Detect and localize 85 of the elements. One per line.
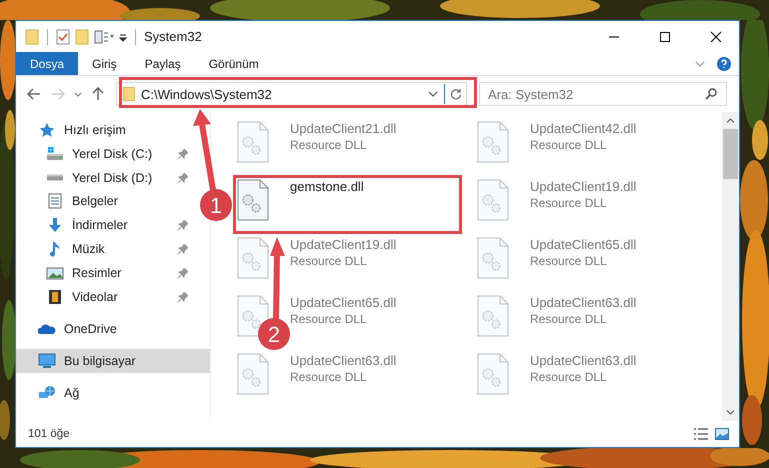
- item-count: 101 öğe: [28, 428, 70, 440]
- help-icon[interactable]: [717, 56, 731, 70]
- file-name[interactable]: UpdateClient21.dll: [290, 121, 396, 136]
- minimize-icon: [608, 36, 620, 38]
- file-type: Resource DLL: [290, 370, 368, 384]
- file-type: Resource DLL: [530, 370, 608, 384]
- nav-item[interactable]: Yerel Disk (C:): [16, 142, 192, 166]
- dll-file-icon: [477, 237, 509, 279]
- address-bar[interactable]: C:\Windows\System32: [116, 82, 467, 106]
- file-name[interactable]: UpdateClient63.dll: [530, 353, 636, 368]
- star-icon: [38, 122, 56, 138]
- computer-icon: [38, 352, 56, 369]
- ribbon-tab[interactable]: Giriş: [78, 52, 131, 75]
- ribbon-tab[interactable]: Görünüm: [194, 52, 273, 75]
- nav-item[interactable]: Resimler: [16, 260, 192, 285]
- large-icons-view-icon[interactable]: [715, 428, 729, 440]
- file-name[interactable]: UpdateClient19.dll: [530, 179, 636, 194]
- caret-up-icon: [726, 118, 735, 123]
- file-type: Resource DLL: [290, 254, 368, 268]
- image-icon: [46, 264, 64, 281]
- film-icon: [46, 288, 64, 305]
- pin-icon[interactable]: [178, 292, 188, 302]
- file-name[interactable]: UpdateClient65.dll: [290, 295, 396, 310]
- nav-item[interactable]: Yerel Disk (D:): [16, 166, 192, 190]
- file-type: Resource DLL: [530, 254, 608, 268]
- dll-file-icon: [477, 121, 509, 163]
- nav-item[interactable]: Müzik: [16, 237, 192, 261]
- address-path: C:\Windows\System32: [141, 86, 273, 102]
- dll-file-icon: [477, 353, 509, 395]
- close-icon: [710, 30, 722, 42]
- step-badge: 1: [200, 189, 232, 221]
- search-icon: [705, 88, 717, 100]
- file-name[interactable]: UpdateClient19.dll: [290, 237, 396, 252]
- dll-file-icon: [477, 295, 509, 337]
- dll-file-icon: [237, 353, 269, 395]
- maximize-icon: [659, 30, 671, 42]
- file-name[interactable]: UpdateClient63.dll: [290, 353, 396, 368]
- nav-item[interactable]: Ağ: [16, 380, 192, 405]
- file-name[interactable]: UpdateClient65.dll: [530, 237, 636, 252]
- forward-arrow-icon: [51, 88, 65, 100]
- drive-icon: [46, 146, 64, 162]
- step-badge: 2: [258, 318, 290, 350]
- nav-item[interactable]: Hızlı erişim: [16, 118, 192, 142]
- up-arrow-icon: [92, 87, 104, 101]
- dll-file-icon: [237, 179, 269, 221]
- dll-file-icon: [237, 237, 269, 279]
- window-title: System32: [144, 29, 202, 44]
- caret-down-icon: [726, 410, 735, 415]
- pin-icon[interactable]: [178, 172, 188, 183]
- details-view-icon[interactable]: [693, 428, 709, 440]
- file-type: Resource DLL: [530, 138, 608, 152]
- nav-item[interactable]: Bu bilgisayar: [16, 348, 210, 373]
- pin-icon[interactable]: [178, 148, 188, 159]
- pin-icon[interactable]: [178, 244, 188, 254]
- pin-icon[interactable]: [178, 220, 188, 230]
- document-icon: [46, 193, 64, 210]
- dll-file-icon: [477, 179, 509, 221]
- scrollbar-thumb[interactable]: [723, 129, 738, 179]
- chevron-icon[interactable]: [695, 60, 705, 66]
- file-name[interactable]: gemstone.dll: [290, 179, 364, 194]
- dll-file-icon: [237, 121, 269, 163]
- file-name[interactable]: UpdateClient63.dll: [530, 295, 636, 310]
- ribbon-tab[interactable]: Paylaş: [130, 52, 195, 75]
- refresh-icon: [450, 88, 462, 100]
- file-type: Resource DLL: [530, 196, 608, 210]
- checklist-icon[interactable]: [56, 28, 70, 44]
- file-name[interactable]: UpdateClient42.dll: [530, 121, 636, 136]
- dropdown-icon[interactable]: [428, 91, 438, 97]
- properties-icon[interactable]: [94, 28, 114, 44]
- file-type: Resource DLL: [290, 312, 368, 326]
- network-icon: [38, 384, 56, 401]
- nav-item[interactable]: İndirmeler: [16, 213, 192, 238]
- pin-icon[interactable]: [178, 268, 188, 278]
- nav-item[interactable]: Belgeler: [16, 190, 192, 214]
- back-arrow-icon: [27, 88, 41, 100]
- drive-icon: [46, 174, 64, 182]
- nav-item[interactable]: OneDrive: [16, 316, 192, 341]
- caret-icon: [74, 92, 82, 96]
- file-type: Resource DLL: [530, 312, 608, 326]
- download-arrow-icon: [46, 217, 64, 234]
- file-type: Resource DLL: [290, 138, 368, 152]
- search-field[interactable]: Ara: System32: [479, 82, 727, 106]
- folder-icon: [123, 87, 135, 101]
- nav-item[interactable]: Videolar: [16, 284, 192, 309]
- ribbon-tab[interactable]: Dosya: [16, 52, 78, 75]
